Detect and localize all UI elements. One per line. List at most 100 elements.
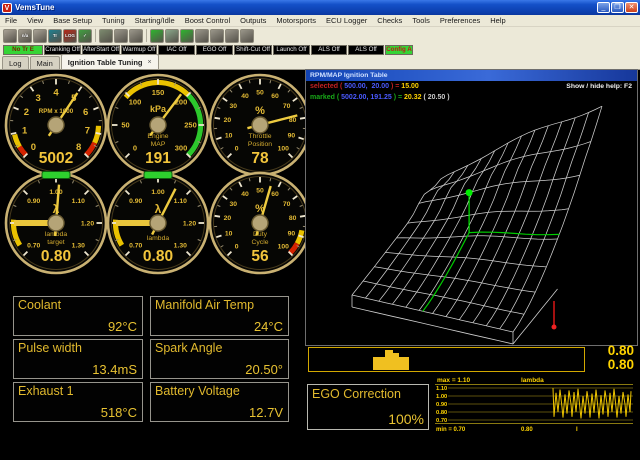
na-icon[interactable]: n/a	[18, 29, 32, 43]
tool-icon-1-icon[interactable]	[99, 29, 113, 43]
svg-text:0.70: 0.70	[27, 243, 40, 250]
toolbar: n/aTrLOG✓ View mode	[0, 27, 640, 44]
tab-log[interactable]: Log	[2, 56, 29, 69]
ego-correction-value: 100%	[388, 411, 424, 427]
status-ego-off[interactable]: EGO Off	[196, 45, 233, 55]
svg-text:0.90: 0.90	[27, 198, 40, 205]
svg-text:100: 100	[278, 244, 290, 251]
tool-icon-6-icon[interactable]	[180, 29, 194, 43]
ignition-table-panel: RPM/MAP Ignition Table selected ( 500.00…	[305, 69, 638, 346]
status-config-a[interactable]: Config A	[385, 45, 413, 55]
toolbar-separator	[146, 29, 147, 42]
detect-icon[interactable]	[33, 29, 47, 43]
svg-text:2: 2	[24, 107, 29, 118]
panel-value: 92°C	[108, 319, 137, 334]
status-afterstart-off[interactable]: AfterStart Off	[82, 45, 120, 55]
ego-number: 100	[388, 411, 411, 427]
svg-text:78: 78	[251, 150, 269, 167]
brush-stem	[385, 350, 393, 357]
tool-icon-3-icon[interactable]	[129, 29, 143, 43]
app-logo-icon: V	[2, 3, 12, 13]
svg-text:20: 20	[224, 117, 232, 124]
tab-main[interactable]: Main	[30, 56, 60, 69]
svg-text:56: 56	[251, 248, 269, 265]
status-no-tr-e[interactable]: No Tr E	[3, 45, 43, 55]
menu-help[interactable]: Help	[485, 16, 510, 25]
status-cranking-off[interactable]: Cranking Off	[44, 45, 81, 55]
svg-text:RPM x 1000: RPM x 1000	[39, 108, 74, 115]
ignition-panel-titlebar[interactable]: RPM/MAP Ignition Table	[306, 70, 637, 81]
svg-text:1.20: 1.20	[81, 220, 94, 227]
panel-label: Exhaust 1	[18, 384, 74, 398]
svg-text:50: 50	[256, 187, 264, 194]
svg-text:0: 0	[31, 142, 36, 153]
device-icon[interactable]	[3, 29, 17, 43]
menu-outputs[interactable]: Outputs	[235, 16, 271, 25]
svg-text:Throttle: Throttle	[248, 133, 271, 140]
close-button[interactable]: ✕	[625, 2, 638, 13]
cell-info: selected ( 500.00, 20.00 ) = 15.00 marke…	[306, 81, 637, 105]
status-warmup-off[interactable]: Warmup Off	[121, 45, 157, 55]
maximize-button[interactable]: ❐	[611, 2, 624, 13]
marked-close: ) =	[392, 94, 404, 101]
title-bar[interactable]: V VemsTune _ ❐ ✕	[0, 0, 640, 15]
tool-icon-7-icon[interactable]	[195, 29, 209, 43]
status-shift-cut-off[interactable]: Shift-Cut Off	[234, 45, 272, 55]
status-als-off[interactable]: ALS Off	[348, 45, 384, 55]
svg-text:5002: 5002	[39, 150, 73, 167]
menu-tools[interactable]: Tools	[407, 16, 435, 25]
menu-preferences[interactable]: Preferences	[435, 16, 485, 25]
lambda-paint-bar[interactable]	[308, 347, 585, 372]
selected-coords: 500.00, 20.00	[344, 83, 389, 90]
menu-motorsports[interactable]: Motorsports	[271, 16, 321, 25]
menu-checks[interactable]: Checks	[372, 16, 407, 25]
svg-text:0: 0	[235, 146, 239, 153]
tab-ignition-table-tuning[interactable]: Ignition Table Tuning×	[61, 54, 159, 69]
menu-base-setup[interactable]: Base Setup	[48, 16, 97, 25]
svg-text:80: 80	[289, 215, 297, 222]
validate-icon[interactable]: ✓	[78, 29, 92, 43]
trigger-icon[interactable]: Tr	[48, 29, 62, 43]
svg-text:150: 150	[152, 88, 165, 97]
menu-ecu-logger[interactable]: ECU Logger	[321, 16, 372, 25]
menu-boost-control[interactable]: Boost Control	[180, 16, 235, 25]
tool-icon-5-icon[interactable]	[165, 29, 179, 43]
ego-correction-panel: EGO Correction 100%	[307, 384, 429, 430]
svg-text:1.30: 1.30	[72, 243, 85, 250]
svg-text:lambda: lambda	[147, 235, 170, 242]
log-icon[interactable]: LOG	[63, 29, 77, 43]
svg-text:1.00: 1.00	[151, 189, 164, 196]
svg-text:1.10: 1.10	[436, 386, 447, 392]
tool-icon-10-icon[interactable]	[240, 29, 254, 43]
gauge-rpm: 012345678RPM x 10005002	[4, 73, 108, 177]
panel-coolant: Coolant 92°C	[13, 296, 143, 336]
panel-exhaust-1: Exhaust 1 518°C	[13, 382, 143, 422]
panel-label: Coolant	[18, 298, 61, 312]
status-launch-off[interactable]: Launch Off	[273, 45, 310, 55]
panel-manifold-air-temp: Manifold Air Temp24°C	[150, 296, 289, 336]
svg-text:20: 20	[224, 215, 232, 222]
toolbar-separator	[95, 29, 96, 42]
tool-icon-9-icon[interactable]	[225, 29, 239, 43]
svg-text:4: 4	[53, 87, 59, 98]
svg-text:100: 100	[129, 97, 142, 106]
status-iac-off[interactable]: IAC Off	[158, 45, 195, 55]
panel-label: Spark Angle	[155, 341, 222, 355]
svg-text:%: %	[255, 105, 265, 117]
menu-view[interactable]: View	[22, 16, 48, 25]
ego-correction-label: EGO Correction	[312, 387, 401, 401]
tab-close-icon[interactable]: ×	[148, 59, 152, 66]
svg-text:Duty: Duty	[253, 231, 268, 238]
menu-starting-idle[interactable]: Starting/Idle	[130, 16, 180, 25]
menu-tuning[interactable]: Tuning	[97, 16, 130, 25]
tool-icon-8-icon[interactable]	[210, 29, 224, 43]
panel-value: 518°C	[101, 405, 137, 420]
svg-text:1.00: 1.00	[49, 189, 62, 196]
status-als-off[interactable]: ALS Off	[311, 45, 347, 55]
svg-text:70: 70	[283, 201, 291, 208]
ignition-3d-surface[interactable]	[306, 105, 637, 345]
tool-icon-4-icon[interactable]	[150, 29, 164, 43]
minimize-button[interactable]: _	[597, 2, 610, 13]
tool-icon-2-icon[interactable]	[114, 29, 128, 43]
menu-file[interactable]: File	[0, 16, 22, 25]
